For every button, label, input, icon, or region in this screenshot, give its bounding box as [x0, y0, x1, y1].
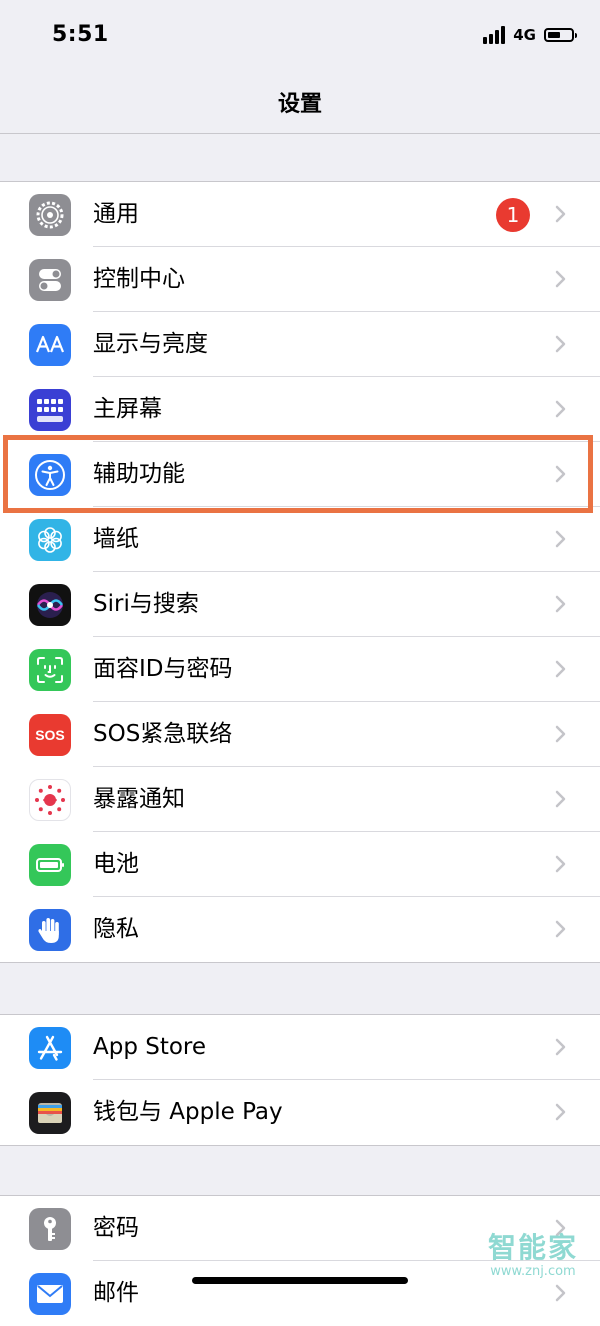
settings-row-label: 电池: [93, 851, 139, 877]
settings-row-label: 钱包与 Apple Pay: [93, 1099, 283, 1125]
navigation-bar: 设置: [0, 70, 600, 134]
settings-row-general[interactable]: 通用 1: [0, 182, 600, 247]
settings-row-label: 控制中心: [93, 266, 185, 292]
settings-row-label: 隐私: [93, 916, 139, 942]
settings-row-label: 暴露通知: [93, 786, 185, 812]
settings-group-store: App Store 钱包与 Apple Pay: [0, 1014, 600, 1146]
watermark-url: www.znj.com: [490, 1264, 576, 1279]
chevron-right-icon: [555, 855, 566, 873]
settings-row-emergency-sos[interactable]: SOS SOS紧急联络: [0, 702, 600, 767]
status-indicators: 4G: [483, 24, 577, 46]
settings-row-home-screen[interactable]: 主屏幕: [0, 377, 600, 442]
app-store-icon: [29, 1027, 71, 1069]
settings-row-privacy[interactable]: 隐私: [0, 897, 600, 962]
status-bar: 5:51 4G: [0, 0, 600, 70]
chevron-right-icon: [555, 1038, 566, 1056]
settings-row-label: 显示与亮度: [93, 331, 208, 357]
chevron-right-icon: [555, 660, 566, 678]
settings-row-label: 邮件: [93, 1280, 139, 1306]
siri-icon: [29, 584, 71, 626]
settings-row-wallet-apple-pay[interactable]: 钱包与 Apple Pay: [0, 1080, 600, 1145]
watermark: 智能家 www.znj.com: [488, 1232, 578, 1280]
settings-row-face-id[interactable]: 面容ID与密码: [0, 637, 600, 702]
battery-status-icon: [544, 28, 577, 42]
settings-row-battery[interactable]: 电池: [0, 832, 600, 897]
highlight-box: [3, 435, 593, 513]
chevron-right-icon: [555, 920, 566, 938]
status-time: 5:51: [52, 22, 109, 47]
settings-row-control-center[interactable]: 控制中心: [0, 247, 600, 312]
battery-icon: [29, 844, 71, 886]
chevron-right-icon: [555, 595, 566, 613]
chevron-right-icon: [555, 1284, 566, 1302]
settings-row-app-store[interactable]: App Store: [0, 1015, 600, 1080]
chevron-right-icon: [555, 790, 566, 808]
sos-icon-text: SOS: [35, 727, 65, 743]
settings-row-display-brightness[interactable]: 显示与亮度: [0, 312, 600, 377]
settings-row-exposure-notifications[interactable]: 暴露通知: [0, 767, 600, 832]
notification-badge: 1: [496, 198, 530, 232]
flower-icon: [29, 519, 71, 561]
chevron-right-icon: [555, 270, 566, 288]
chevron-right-icon: [555, 205, 566, 223]
exposure-dots-icon: [29, 779, 71, 821]
app-grid-icon: [29, 389, 71, 431]
settings-row-label: Siri与搜索: [93, 591, 199, 617]
sos-icon: SOS: [29, 714, 71, 756]
hand-icon: [29, 909, 71, 951]
settings-row-label: 主屏幕: [93, 396, 162, 422]
page-title: 设置: [277, 92, 322, 117]
network-type: 4G: [513, 26, 536, 44]
mail-icon: [29, 1273, 71, 1315]
settings-row-label: 墙纸: [93, 526, 139, 552]
face-id-icon: [29, 649, 71, 691]
chevron-right-icon: [555, 400, 566, 418]
key-icon: [29, 1208, 71, 1250]
toggle-switches-icon: [29, 259, 71, 301]
chevron-right-icon: [555, 725, 566, 743]
settings-row-label: 密码: [93, 1215, 139, 1241]
chevron-right-icon: [555, 530, 566, 548]
chevron-right-icon: [555, 1103, 566, 1121]
chevron-right-icon: [555, 335, 566, 353]
settings-row-label: 面容ID与密码: [93, 656, 233, 682]
settings-row-label: SOS紧急联络: [93, 721, 233, 747]
home-indicator[interactable]: [192, 1277, 408, 1284]
gear-icon: [29, 194, 71, 236]
settings-row-wallpaper[interactable]: 墙纸: [0, 507, 600, 572]
wallet-icon: [29, 1092, 71, 1134]
settings-row-label: App Store: [93, 1034, 207, 1060]
cellular-signal-icon: [483, 26, 506, 44]
settings-row-label: 通用: [93, 201, 139, 227]
text-size-aa-icon: [29, 324, 71, 366]
settings-row-siri-search[interactable]: Siri与搜索: [0, 572, 600, 637]
settings-group-main: 通用 1 控制中心 显示与亮度 主屏幕 辅助功能 墙纸 Siri与搜索 面容ID…: [0, 181, 600, 963]
watermark-name: 智能家: [488, 1231, 579, 1264]
